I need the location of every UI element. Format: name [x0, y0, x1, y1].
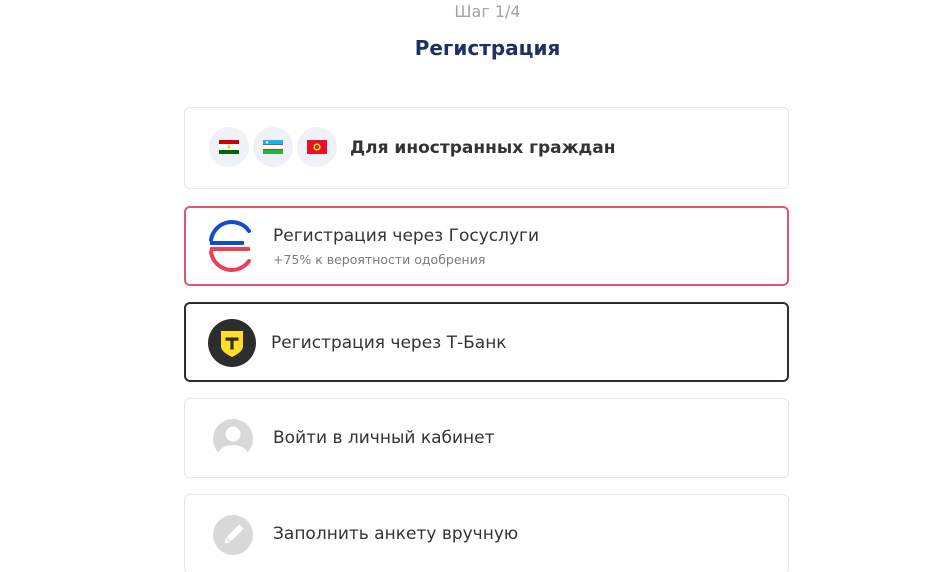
- login-label: Войти в личный кабинет: [273, 428, 495, 448]
- kyrgyzstan-flag-icon: [297, 127, 337, 167]
- tbank-option[interactable]: Регистрация через Т-Банк: [184, 302, 789, 382]
- registration-page: Шаг 1/4 Регистрация Для иностранных граж…: [0, 0, 947, 572]
- gosuslugi-label: Регистрация через Госуслуги: [273, 226, 540, 246]
- manual-form-option[interactable]: Заполнить анкету вручную: [184, 494, 789, 572]
- foreign-citizens-label: Для иностранных граждан: [350, 138, 616, 158]
- manual-form-label: Заполнить анкету вручную: [273, 524, 519, 544]
- tbank-label: Регистрация через Т-Банк: [271, 333, 507, 353]
- gosuslugi-option[interactable]: Регистрация через Госуслуги +75% к вероя…: [184, 206, 789, 286]
- login-option[interactable]: Войти в личный кабинет: [184, 398, 789, 478]
- foreign-citizens-option[interactable]: Для иностранных граждан: [184, 107, 789, 189]
- step-indicator: Шаг 1/4: [454, 2, 521, 21]
- tajikistan-flag-icon: [209, 127, 249, 167]
- pencil-icon: [212, 514, 254, 560]
- uzbekistan-flag-icon: [253, 127, 293, 167]
- gosuslugi-approval-note: +75% к вероятности одобрения: [273, 252, 486, 267]
- page-title: Регистрация: [414, 36, 561, 60]
- gosuslugi-logo-icon: [206, 220, 256, 276]
- tbank-logo-icon: [208, 319, 256, 371]
- user-avatar-icon: [212, 418, 254, 464]
